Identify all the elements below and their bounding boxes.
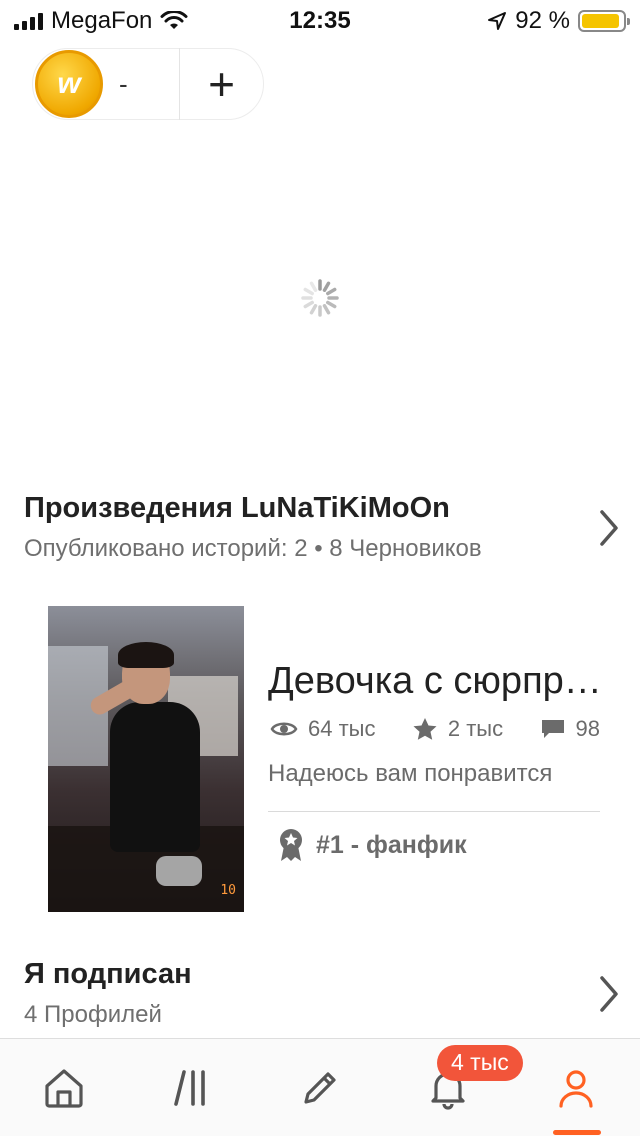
location-arrow-icon [488, 12, 507, 30]
following-title: Я подписан [24, 958, 192, 990]
buy-coins-button[interactable]: + [180, 48, 263, 120]
battery-fill [582, 14, 619, 28]
profile-icon [559, 1069, 593, 1108]
story-stats: 64 тыс 2 тыс 98 [270, 716, 600, 742]
battery-percent: 92 % [515, 7, 570, 34]
nav-home[interactable] [19, 1039, 109, 1136]
story-rank[interactable]: #1 - фанфик [278, 828, 467, 862]
works-section-texts: Произведения LuNaTiKiMoOn Опубликовано и… [24, 492, 594, 563]
battery-icon [578, 10, 630, 32]
cover-stamp: 10 [220, 883, 236, 898]
comments-stat: 98 [540, 716, 600, 742]
bottom-nav: 4 тыс [0, 1038, 640, 1136]
votes-count: 2 тыс [447, 716, 504, 741]
eye-icon [270, 722, 298, 736]
coin-logo-letter: w [57, 67, 81, 100]
wifi-icon [160, 11, 188, 29]
home-icon [45, 1068, 83, 1108]
award-ribbon-icon [280, 829, 302, 861]
comments-count: 98 [575, 716, 600, 741]
story-cover-image[interactable]: 10 [48, 606, 244, 912]
nav-notifications[interactable]: 4 тыс [403, 1039, 523, 1136]
pencil-icon [304, 1071, 336, 1104]
cell-signal-icon [14, 12, 43, 30]
carrier-name: MegaFon [51, 7, 153, 34]
rank-label: #1 - фанфик [316, 830, 467, 859]
loading-spinner-icon [301, 279, 339, 317]
status-right: 92 % [487, 7, 630, 35]
nav-write[interactable] [275, 1039, 365, 1136]
nav-profile[interactable] [531, 1039, 621, 1136]
works-title: Произведения LuNaTiKiMoOn [24, 492, 450, 524]
nav-library[interactable] [147, 1039, 237, 1136]
status-bar: MegaFon 12:35 92 % [0, 0, 640, 42]
star-icon [413, 718, 437, 740]
library-icon [174, 1069, 205, 1106]
following-subtitle: 4 Профилей [24, 1001, 162, 1028]
story-divider [268, 811, 600, 812]
works-subtitle: Опубликовано историй: 2 • 8 Черновиков [24, 535, 482, 562]
chevron-right-icon[interactable] [594, 972, 624, 1016]
comment-icon [541, 720, 564, 738]
coin-icon[interactable]: w [35, 50, 103, 118]
coin-balance-pill: w - + [32, 48, 264, 120]
following-section-texts: Я подписан 4 Профилей [24, 958, 594, 1029]
story-description: Надеюсь вам понравится [268, 760, 553, 787]
works-section-header[interactable]: Произведения LuNaTiKiMoOn Опубликовано и… [24, 492, 624, 563]
views-stat: 64 тыс [270, 716, 375, 742]
story-title[interactable]: Девочка с сюрпризом [268, 660, 608, 703]
status-left: MegaFon [14, 7, 188, 35]
coin-count: - [119, 68, 128, 99]
views-count: 64 тыс [308, 716, 376, 741]
following-section-header[interactable]: Я подписан 4 Профилей [24, 958, 624, 1029]
chevron-right-icon[interactable] [594, 506, 624, 550]
votes-stat: 2 тыс [412, 716, 503, 742]
notifications-badge: 4 тыс [437, 1044, 523, 1081]
